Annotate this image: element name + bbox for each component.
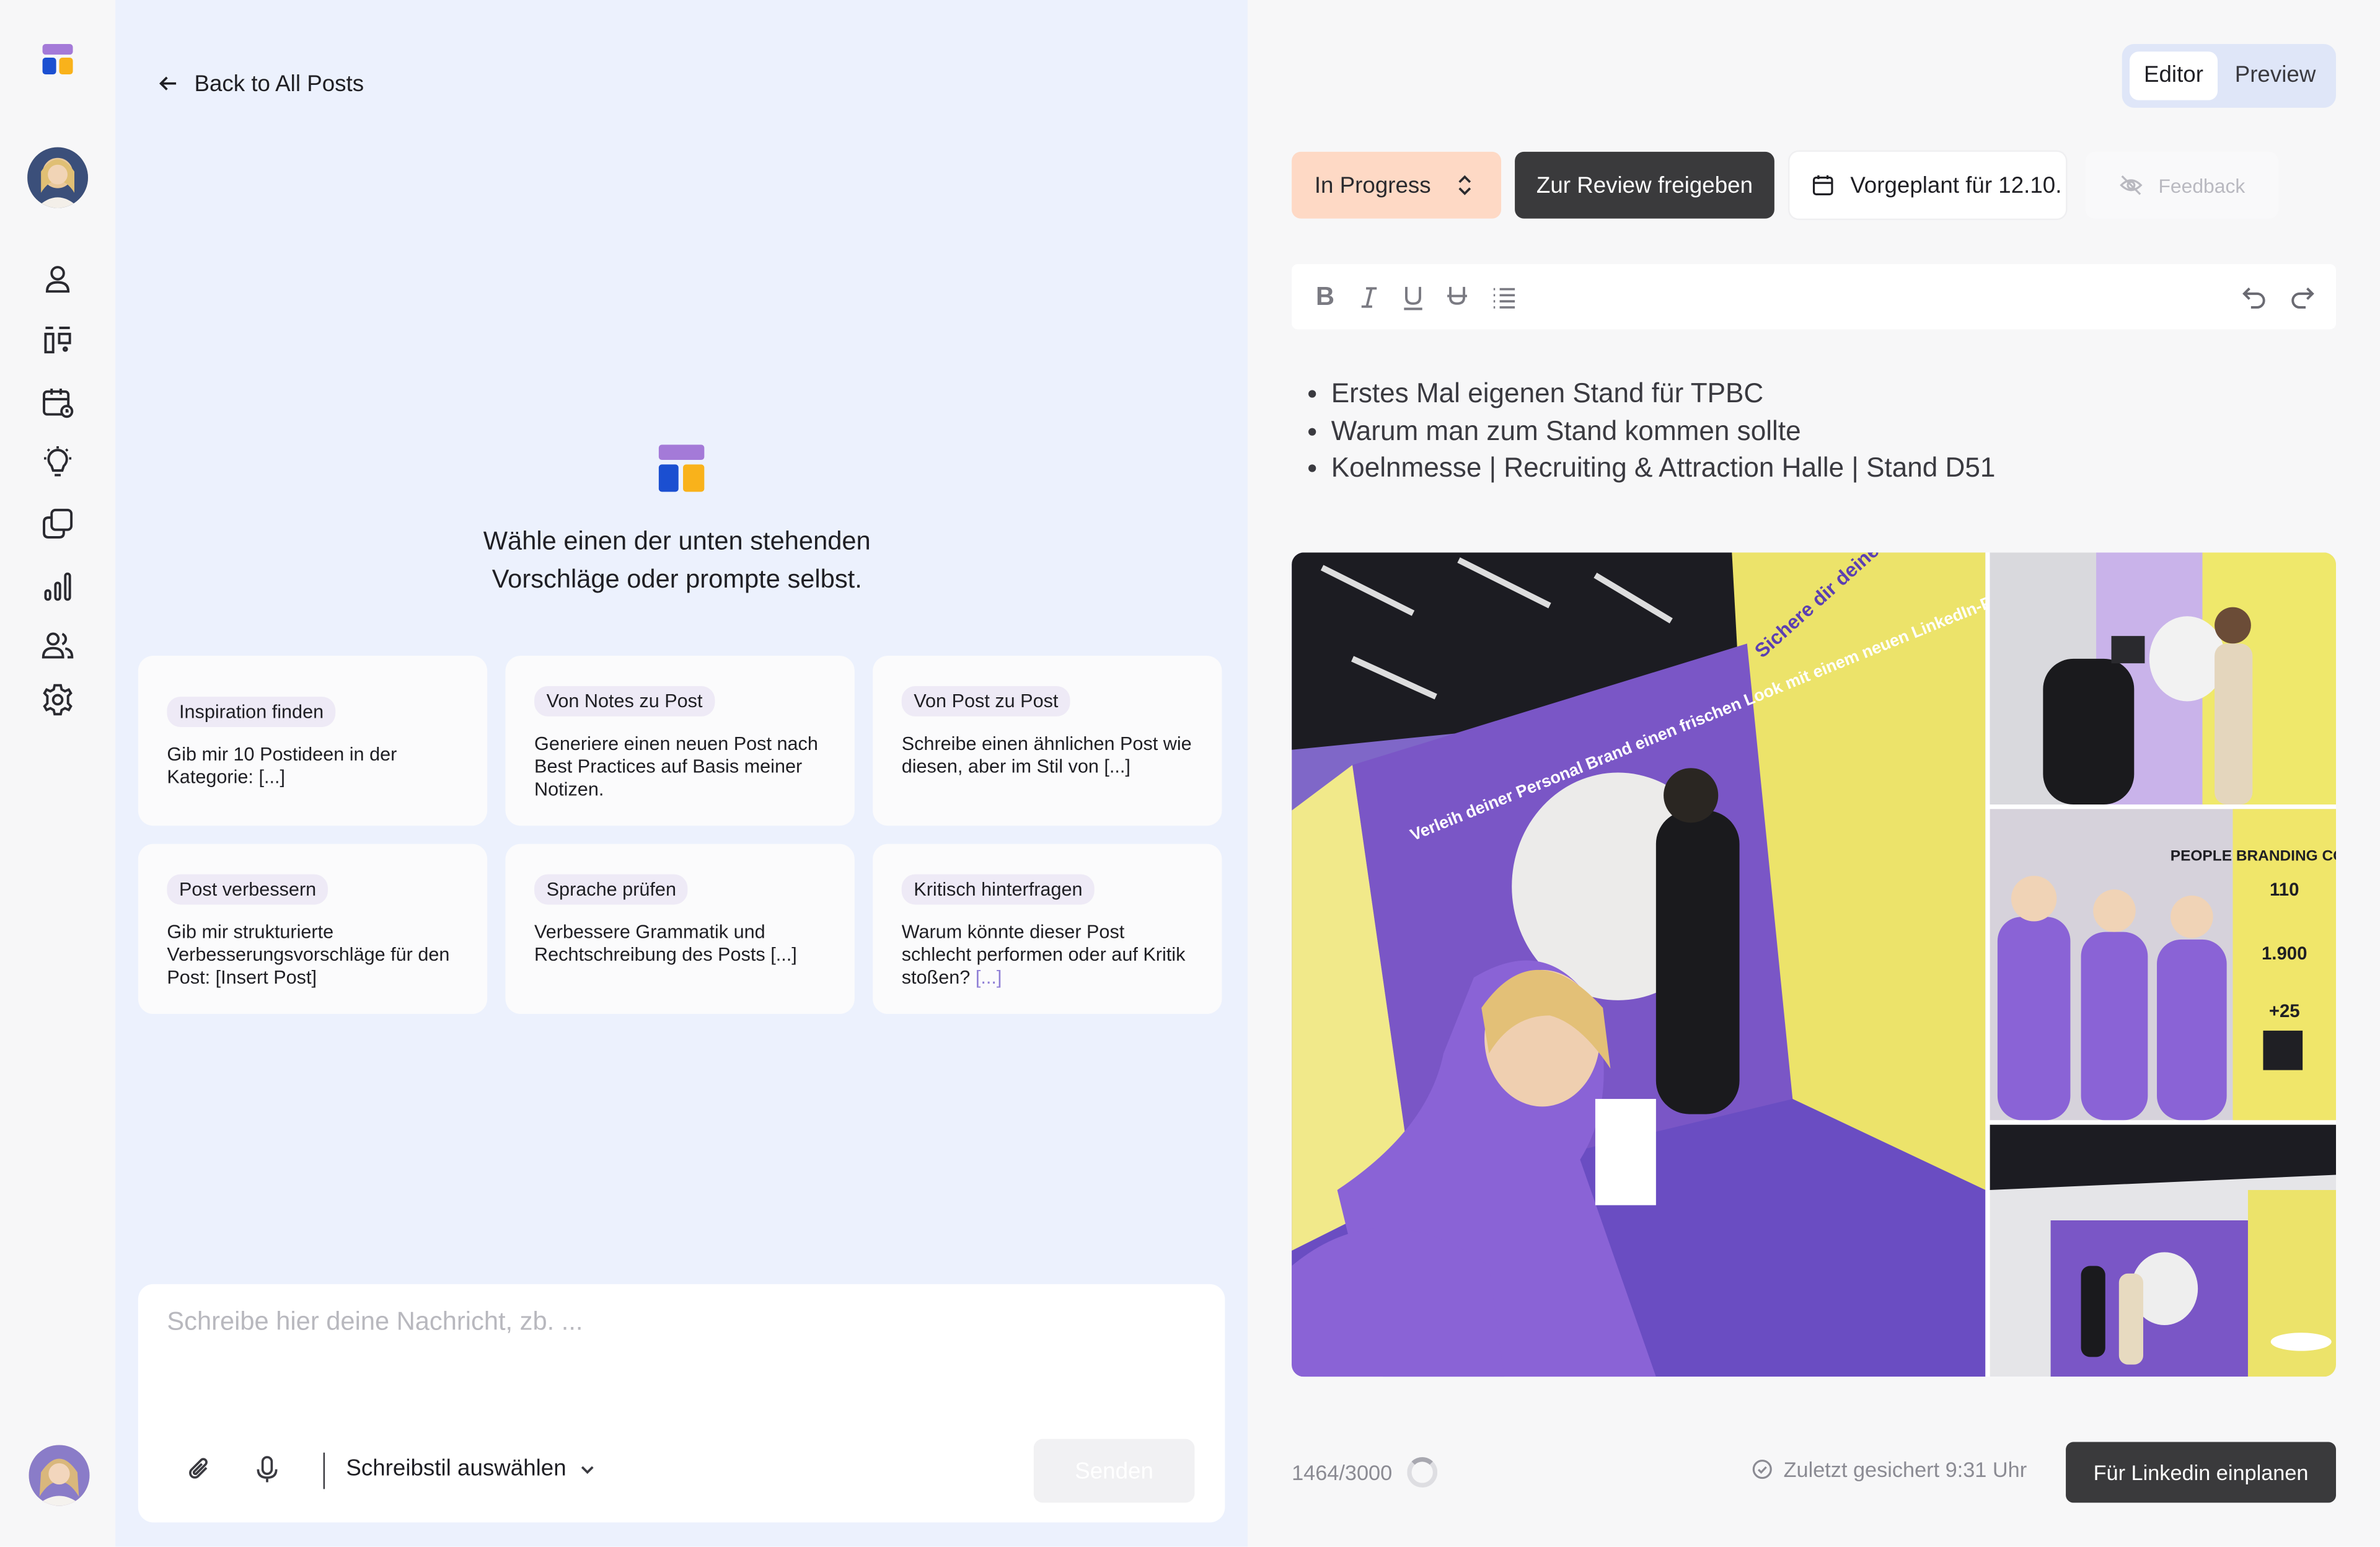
post-bullet: Erstes Mal eigenen Stand für TPBC [1308, 375, 1996, 412]
scheduled-date-button[interactable]: Vorgeplant für 12.10. [1789, 151, 2066, 219]
post-content[interactable]: Erstes Mal eigenen Stand für TPBC Warum … [1308, 375, 1996, 487]
workspace-avatar[interactable] [27, 147, 89, 208]
progress-ring-icon [1407, 1457, 1438, 1488]
suggestion-card[interactable]: Post verbessern Gib mir strukturierte Ve… [138, 844, 488, 1014]
chevron-down-icon [581, 1465, 594, 1473]
save-status-label: Zuletzt gesichert 9:31 Uhr [1783, 1457, 2027, 1482]
suggestion-card[interactable]: Sprache prüfen Verbessere Grammatik und … [505, 844, 855, 1014]
microphone-icon[interactable] [252, 1454, 283, 1484]
strikethrough-icon[interactable] [1442, 283, 1473, 313]
italic-icon[interactable] [1354, 283, 1385, 313]
format-toolbar: B [1292, 264, 2337, 330]
main-photo: Verleih deiner Personal Brand einen fris… [1292, 552, 2072, 1377]
app-root: Back to All Posts Wähle einen der unten … [0, 0, 2380, 1547]
board-icon[interactable] [40, 322, 76, 358]
list-icon[interactable] [1489, 283, 1519, 313]
post-image-collage[interactable]: Verleih deiner Personal Brand einen fris… [1292, 552, 2337, 1377]
suggestion-tag: Von Notes zu Post [534, 685, 715, 716]
back-to-posts-link[interactable]: Back to All Posts [158, 67, 364, 100]
editor-panel: Editor Preview In Progress Zur Review fr… [1248, 0, 2380, 1547]
suggestion-desc-text: Warum könnte dieser Post schlecht perfor… [901, 921, 1186, 989]
scheduled-date-label: Vorgeplant für 12.10. [1850, 172, 2062, 198]
photo-team: PEOPLE BRANDING COMPANY 110 1.900 +25 [1990, 809, 2337, 1121]
suggestion-desc: Warum könnte dieser Post schlecht perfor… [902, 922, 1199, 990]
suggestion-card[interactable]: Kritisch hinterfragen Warum könnte diese… [873, 844, 1222, 1014]
suggestion-desc: Verbessere Grammatik und Rechtschreibung… [534, 921, 797, 966]
suggestion-tag: Inspiration finden [167, 697, 336, 728]
arrow-left-icon [159, 76, 177, 90]
back-label: Back to All Posts [194, 70, 364, 97]
paperclip-icon[interactable] [183, 1454, 214, 1484]
chart-icon[interactable] [40, 568, 76, 604]
suggestion-tag: Sprache prüfen [534, 874, 689, 905]
calendar-icon [1812, 175, 1833, 196]
app-logo-icon[interactable] [42, 44, 73, 75]
suggestion-card[interactable]: Von Notes zu Post Generiere einen neuen … [505, 655, 855, 826]
photo-booth-overview [1990, 1124, 2337, 1377]
send-button[interactable]: Senden [1033, 1439, 1195, 1503]
sidebar [0, 0, 116, 1547]
suggestion-desc: Gib mir 10 Postideen in der Kategorie: [… [167, 744, 397, 788]
stat-three: +25 [2269, 1001, 2300, 1021]
status-value: In Progress [1314, 172, 1431, 198]
tab-preview[interactable]: Preview [2224, 51, 2327, 100]
copy-icon[interactable] [40, 506, 76, 542]
users-icon[interactable] [40, 627, 76, 663]
suggestion-card[interactable]: Inspiration finden Gib mir 10 Postideen … [138, 655, 488, 826]
suggestion-desc: Gib mir strukturierte Verbesserungsvorsc… [167, 921, 450, 989]
lightbulb-icon[interactable] [40, 445, 76, 482]
character-counter: 1464/3000 [1292, 1457, 1438, 1488]
calendar-icon[interactable] [40, 384, 76, 421]
user-avatar[interactable] [29, 1445, 90, 1506]
submit-review-button[interactable]: Zur Review freigeben [1515, 151, 1774, 219]
save-status: Zuletzt gesichert 9:31 Uhr [1752, 1457, 2027, 1481]
message-input[interactable]: Schreibe hier deine Nachricht, zb. ... [167, 1307, 583, 1338]
suggestion-tag: Von Post zu Post [901, 685, 1071, 716]
assistant-logo-icon [658, 444, 705, 492]
bold-icon[interactable]: B [1310, 283, 1340, 313]
redo-icon[interactable] [2288, 283, 2318, 313]
brand-text: PEOPLE BRANDING COMPANY [2171, 848, 2336, 865]
stat-one: 110 [2270, 879, 2299, 900]
tab-editor[interactable]: Editor [2129, 51, 2218, 100]
prompt-title: Wähle einen der unten stehenden Vorschlä… [483, 526, 871, 594]
post-bullet: Koelnmesse | Recruiting & Attraction Hal… [1308, 449, 1995, 487]
chat-panel: Back to All Posts Wähle einen der unten … [115, 0, 1248, 1547]
eye-off-icon [2120, 175, 2143, 195]
suggestion-tag: Post verbessern [167, 874, 328, 905]
message-composer[interactable]: Schreibe hier deine Nachricht, zb. ... S… [138, 1284, 1225, 1523]
character-count: 1464/3000 [1292, 1460, 1393, 1485]
feedback-button[interactable]: Feedback [2085, 151, 2278, 219]
suggestion-desc: Schreibe einen ähnlichen Post wie diesen… [901, 733, 1192, 777]
chevron-updown-icon [1458, 175, 1471, 195]
schedule-linkedin-button[interactable]: Für Linkedin einplanen [2066, 1442, 2337, 1503]
suggestion-desc: Generiere einen neuen Post nach Best Pra… [534, 733, 818, 800]
view-toggle: Editor Preview [2122, 44, 2337, 108]
writing-style-label: Schreibstil auswählen [346, 1455, 566, 1482]
composer-divider [323, 1452, 325, 1489]
status-select[interactable]: In Progress [1292, 151, 1502, 219]
gear-icon[interactable] [40, 682, 76, 718]
suggestion-desc-ellipsis: [...] [975, 967, 1002, 989]
underline-icon[interactable] [1398, 283, 1429, 313]
undo-icon[interactable] [2239, 283, 2269, 313]
writing-style-dropdown[interactable]: Schreibstil auswählen [346, 1455, 596, 1482]
check-circle-icon [1752, 1460, 1772, 1479]
post-bullet: Warum man zum Stand kommen sollte [1308, 412, 1996, 449]
suggestion-tag: Kritisch hinterfragen [901, 874, 1095, 905]
photo-photographer [1990, 552, 2337, 804]
feedback-label: Feedback [2158, 174, 2246, 197]
stat-two: 1.900 [2262, 943, 2307, 964]
suggestion-card[interactable]: Von Post zu Post Schreibe einen ähnliche… [873, 655, 1222, 826]
user-icon[interactable] [40, 261, 76, 298]
